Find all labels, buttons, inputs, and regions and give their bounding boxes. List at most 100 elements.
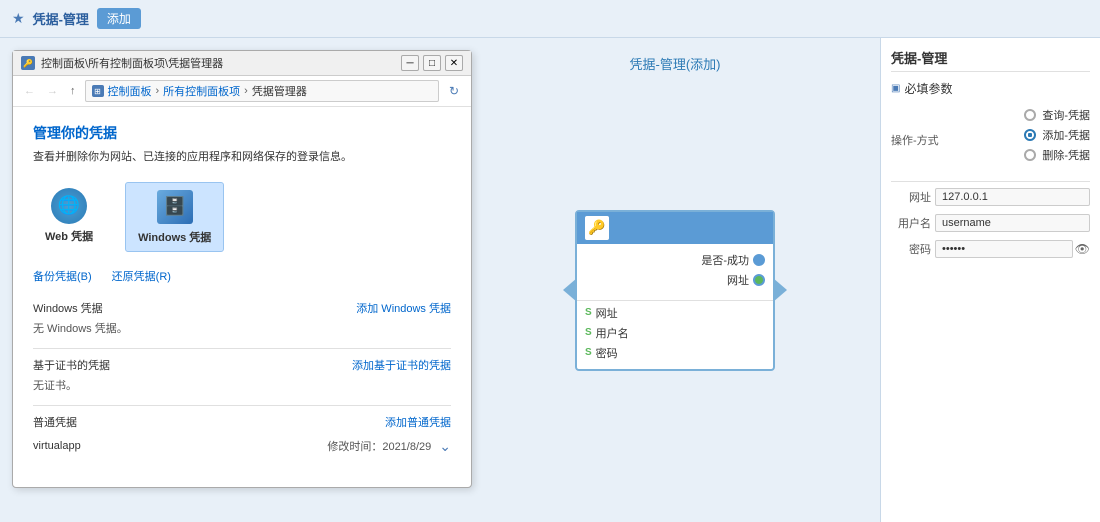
radio-query[interactable]: 查询-凭据 xyxy=(1024,107,1090,123)
radio-add[interactable]: 添加-凭据 xyxy=(1024,127,1090,143)
collapse-icon[interactable]: ▣ xyxy=(891,83,900,94)
password-field-row: 密码 •••••• 👁 xyxy=(891,240,1090,258)
breadcrumb-icon: ⊞ xyxy=(92,85,104,97)
credential-heading: 管理你的凭据 xyxy=(33,123,451,143)
windows-cred-icon: 🗄️ xyxy=(157,190,193,224)
center-panel: 凭据-管理(添加) 🔑 是否-成功 网址 xyxy=(470,38,880,522)
workflow-node: 🔑 是否-成功 网址 S 网址 xyxy=(575,210,775,371)
sep-1: › xyxy=(156,85,160,97)
add-generic-cred-link[interactable]: 添加普通凭据 xyxy=(385,414,451,430)
input-row-password: S 密码 xyxy=(585,345,765,361)
radio-delete[interactable]: 删除-凭据 xyxy=(1024,147,1090,163)
web-icon: 🌐 xyxy=(49,188,89,224)
back-button[interactable]: ← xyxy=(21,84,38,98)
output-row-url: 网址 xyxy=(593,272,765,288)
divider-1 xyxy=(33,348,451,349)
window-titlebar: 🔑 控制面板\所有控制面板项\凭据管理器 ─ □ ✕ xyxy=(13,51,471,76)
window-body: 管理你的凭据 查看并删除你为网站、已连接的应用程序和网络保存的登录信息。 🌐 W… xyxy=(13,107,471,487)
entry-modified: 修改时间：2021/8/29 xyxy=(327,438,431,454)
input-label-url: 网址 xyxy=(596,305,618,321)
breadcrumb-2[interactable]: 所有控制面板项 xyxy=(163,83,240,99)
tab-web-credential[interactable]: 🌐 Web 凭据 xyxy=(33,182,105,252)
window-controls[interactable]: ─ □ ✕ xyxy=(401,55,463,71)
username-field-label: 用户名 xyxy=(891,215,931,231)
operation-row: 操作-方式 查询-凭据 添加-凭据 删除-凭据 xyxy=(891,107,1090,173)
section-cert-credentials: 基于证书的凭据 添加基于证书的凭据 无证书。 xyxy=(33,357,451,393)
workflow-title: 凭据-管理(添加) xyxy=(630,54,721,73)
right-panel-title: 凭据-管理 xyxy=(891,48,1090,72)
left-panel: 🔑 控制面板\所有控制面板项\凭据管理器 ─ □ ✕ ← → ↑ ⊞ 控制面板 … xyxy=(0,38,470,522)
breadcrumb-bar: ⊞ 控制面板 › 所有控制面板项 › 凭据管理器 xyxy=(85,80,439,102)
add-cert-cred-link[interactable]: 添加基于证书的凭据 xyxy=(352,357,451,373)
top-bar: ★ 凭据-管理 添加 xyxy=(0,0,1100,38)
password-field-label: 密码 xyxy=(891,241,931,257)
input-s-password: S xyxy=(585,347,592,358)
radio-delete-circle xyxy=(1024,149,1036,161)
radio-delete-label: 删除-凭据 xyxy=(1042,147,1090,163)
credential-window: 🔑 控制面板\所有控制面板项\凭据管理器 ─ □ ✕ ← → ↑ ⊞ 控制面板 … xyxy=(12,50,472,488)
refresh-button[interactable]: ↻ xyxy=(445,83,463,99)
password-field-value[interactable]: •••••• xyxy=(935,240,1073,258)
cred-entry-virtualapp: virtualapp 修改时间：2021/8/29 ⌄ xyxy=(33,434,451,459)
main-content: 🔑 控制面板\所有控制面板项\凭据管理器 ─ □ ✕ ← → ↑ ⊞ 控制面板 … xyxy=(0,38,1100,522)
add-windows-cred-link[interactable]: 添加 Windows 凭据 xyxy=(356,300,451,316)
operation-label: 操作-方式 xyxy=(891,132,939,148)
output-dot-success xyxy=(753,254,765,266)
minimize-button[interactable]: ─ xyxy=(401,55,419,71)
radio-add-circle xyxy=(1024,129,1036,141)
web-tab-label: Web 凭据 xyxy=(45,228,93,244)
topbar-title: 凭据-管理 xyxy=(33,9,89,28)
section-generic-credentials: 普通凭据 添加普通凭据 virtualapp 修改时间：2021/8/29 ⌄ xyxy=(33,414,451,459)
required-params-label: 必填参数 xyxy=(904,80,952,97)
input-s-username: S xyxy=(585,327,592,338)
no-cert-creds: 无证书。 xyxy=(33,377,451,393)
section-cert-title: 基于证书的凭据 xyxy=(33,357,110,373)
maximize-button[interactable]: □ xyxy=(423,55,441,71)
windows-tab-label: Windows 凭据 xyxy=(138,229,211,245)
entry-name: virtualapp xyxy=(33,440,81,452)
section-generic-title: 普通凭据 xyxy=(33,414,77,430)
credential-desc: 查看并删除你为网站、已连接的应用程序和网络保存的登录信息。 xyxy=(33,149,451,166)
credential-actions: 备份凭据(B) 还原凭据(R) xyxy=(33,268,451,284)
node-arrow-right xyxy=(773,278,787,302)
close-button[interactable]: ✕ xyxy=(445,55,463,71)
radio-add-label: 添加-凭据 xyxy=(1042,127,1090,143)
up-button[interactable]: ↑ xyxy=(67,84,79,98)
address-bar: ← → ↑ ⊞ 控制面板 › 所有控制面板项 › 凭据管理器 ↻ xyxy=(13,76,471,107)
sep-2: › xyxy=(244,85,248,97)
radio-query-label: 查询-凭据 xyxy=(1042,107,1090,123)
backup-link[interactable]: 备份凭据(B) xyxy=(33,268,92,284)
forward-button[interactable]: → xyxy=(44,84,61,98)
output-label-url: 网址 xyxy=(727,272,749,288)
url-field-value[interactable]: 127.0.0.1 xyxy=(935,188,1090,206)
input-row-username: S 用户名 xyxy=(585,325,765,341)
username-field-row: 用户名 username xyxy=(891,214,1090,232)
breadcrumb-3: 凭据管理器 xyxy=(252,83,307,99)
window-icon: 🔑 xyxy=(21,56,35,70)
breadcrumb-1[interactable]: 控制面板 xyxy=(108,83,152,99)
credential-tabs: 🌐 Web 凭据 🗄️ Windows 凭据 xyxy=(33,182,451,252)
node-header-icon: 🔑 xyxy=(585,216,609,240)
tab-windows-credential[interactable]: 🗄️ Windows 凭据 xyxy=(125,182,224,252)
node-outputs: 是否-成功 网址 xyxy=(577,244,773,300)
topbar-icon: ★ xyxy=(12,10,25,27)
input-label-password: 密码 xyxy=(596,345,618,361)
entry-expand-button[interactable]: ⌄ xyxy=(439,438,451,455)
right-panel: 凭据-管理 ▣ 必填参数 操作-方式 查询-凭据 添加-凭据 删除-凭据 xyxy=(880,38,1100,522)
input-label-username: 用户名 xyxy=(596,325,629,341)
eye-icon[interactable]: 👁 xyxy=(1075,242,1090,256)
add-button[interactable]: 添加 xyxy=(97,8,141,29)
restore-link[interactable]: 还原凭据(R) xyxy=(112,268,171,284)
input-row-url: S 网址 xyxy=(585,305,765,321)
no-windows-creds: 无 Windows 凭据。 xyxy=(33,320,451,336)
entry-right: 修改时间：2021/8/29 ⌄ xyxy=(327,438,451,455)
radio-query-circle xyxy=(1024,109,1036,121)
password-field-container: •••••• 👁 xyxy=(935,240,1090,258)
url-field-row: 网址 127.0.0.1 xyxy=(891,188,1090,206)
node-arrow-left xyxy=(563,278,577,302)
url-field-label: 网址 xyxy=(891,189,931,205)
input-s-url: S xyxy=(585,307,592,318)
section-generic-row: 普通凭据 添加普通凭据 xyxy=(33,414,451,430)
required-params-header: ▣ 必填参数 xyxy=(891,80,1090,97)
username-field-value[interactable]: username xyxy=(935,214,1090,232)
